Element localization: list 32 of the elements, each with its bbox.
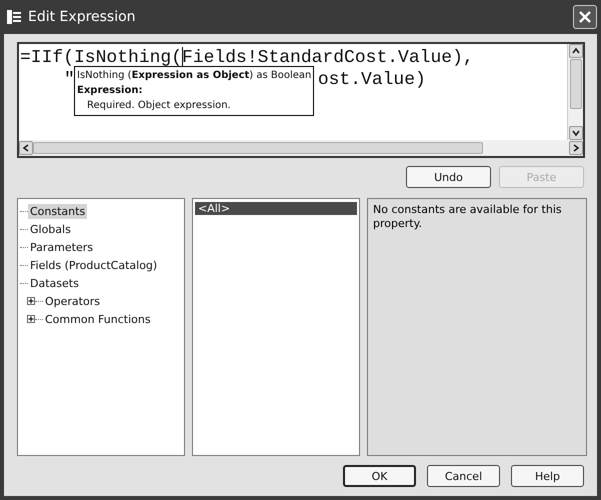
tree-item[interactable]: Common Functions xyxy=(43,312,153,326)
code-line: ost.Value) xyxy=(318,69,426,91)
horizontal-scrollbar[interactable] xyxy=(19,140,583,156)
dialog-button[interactable]: OK xyxy=(343,465,416,487)
close-button[interactable] xyxy=(573,5,597,29)
description-text: No constants are available for this property. xyxy=(372,202,563,232)
list-item[interactable]: <All> xyxy=(195,202,357,215)
tree-item[interactable]: Globals xyxy=(28,222,73,236)
tooltip-param-description: Required. Object expression. xyxy=(86,99,231,113)
scroll-up-icon[interactable] xyxy=(568,44,582,58)
tree-item[interactable]: Fields (ProductCatalog) xyxy=(28,258,160,272)
expand-icon[interactable] xyxy=(27,297,35,305)
scroll-thumb[interactable] xyxy=(33,142,483,154)
expression-icon xyxy=(6,9,22,25)
dialog-button[interactable]: Help xyxy=(511,465,584,487)
window-title: Edit Expression xyxy=(28,9,137,25)
tooltip-signature: IsNothing (Expression as Object) as Boolean xyxy=(77,69,312,83)
scroll-right-icon[interactable] xyxy=(569,141,583,155)
scroll-down-icon[interactable] xyxy=(568,126,582,140)
vertical-scrollbar[interactable] xyxy=(567,44,583,140)
tree-item[interactable]: Datasets xyxy=(28,276,81,290)
scroll-thumb[interactable] xyxy=(570,59,582,109)
dialog-button[interactable]: Cancel xyxy=(427,465,500,487)
close-icon xyxy=(578,10,592,24)
tree-item[interactable]: Parameters xyxy=(28,240,95,254)
tree-item[interactable]: Constants xyxy=(28,204,88,218)
expand-icon[interactable] xyxy=(27,315,35,323)
tree-item[interactable]: Operators xyxy=(43,294,102,308)
scroll-left-icon[interactable] xyxy=(19,141,33,155)
edit-button[interactable]: Undo xyxy=(406,166,491,188)
tooltip-param-label: Expression: xyxy=(77,84,142,98)
code-line: " xyxy=(64,69,75,91)
